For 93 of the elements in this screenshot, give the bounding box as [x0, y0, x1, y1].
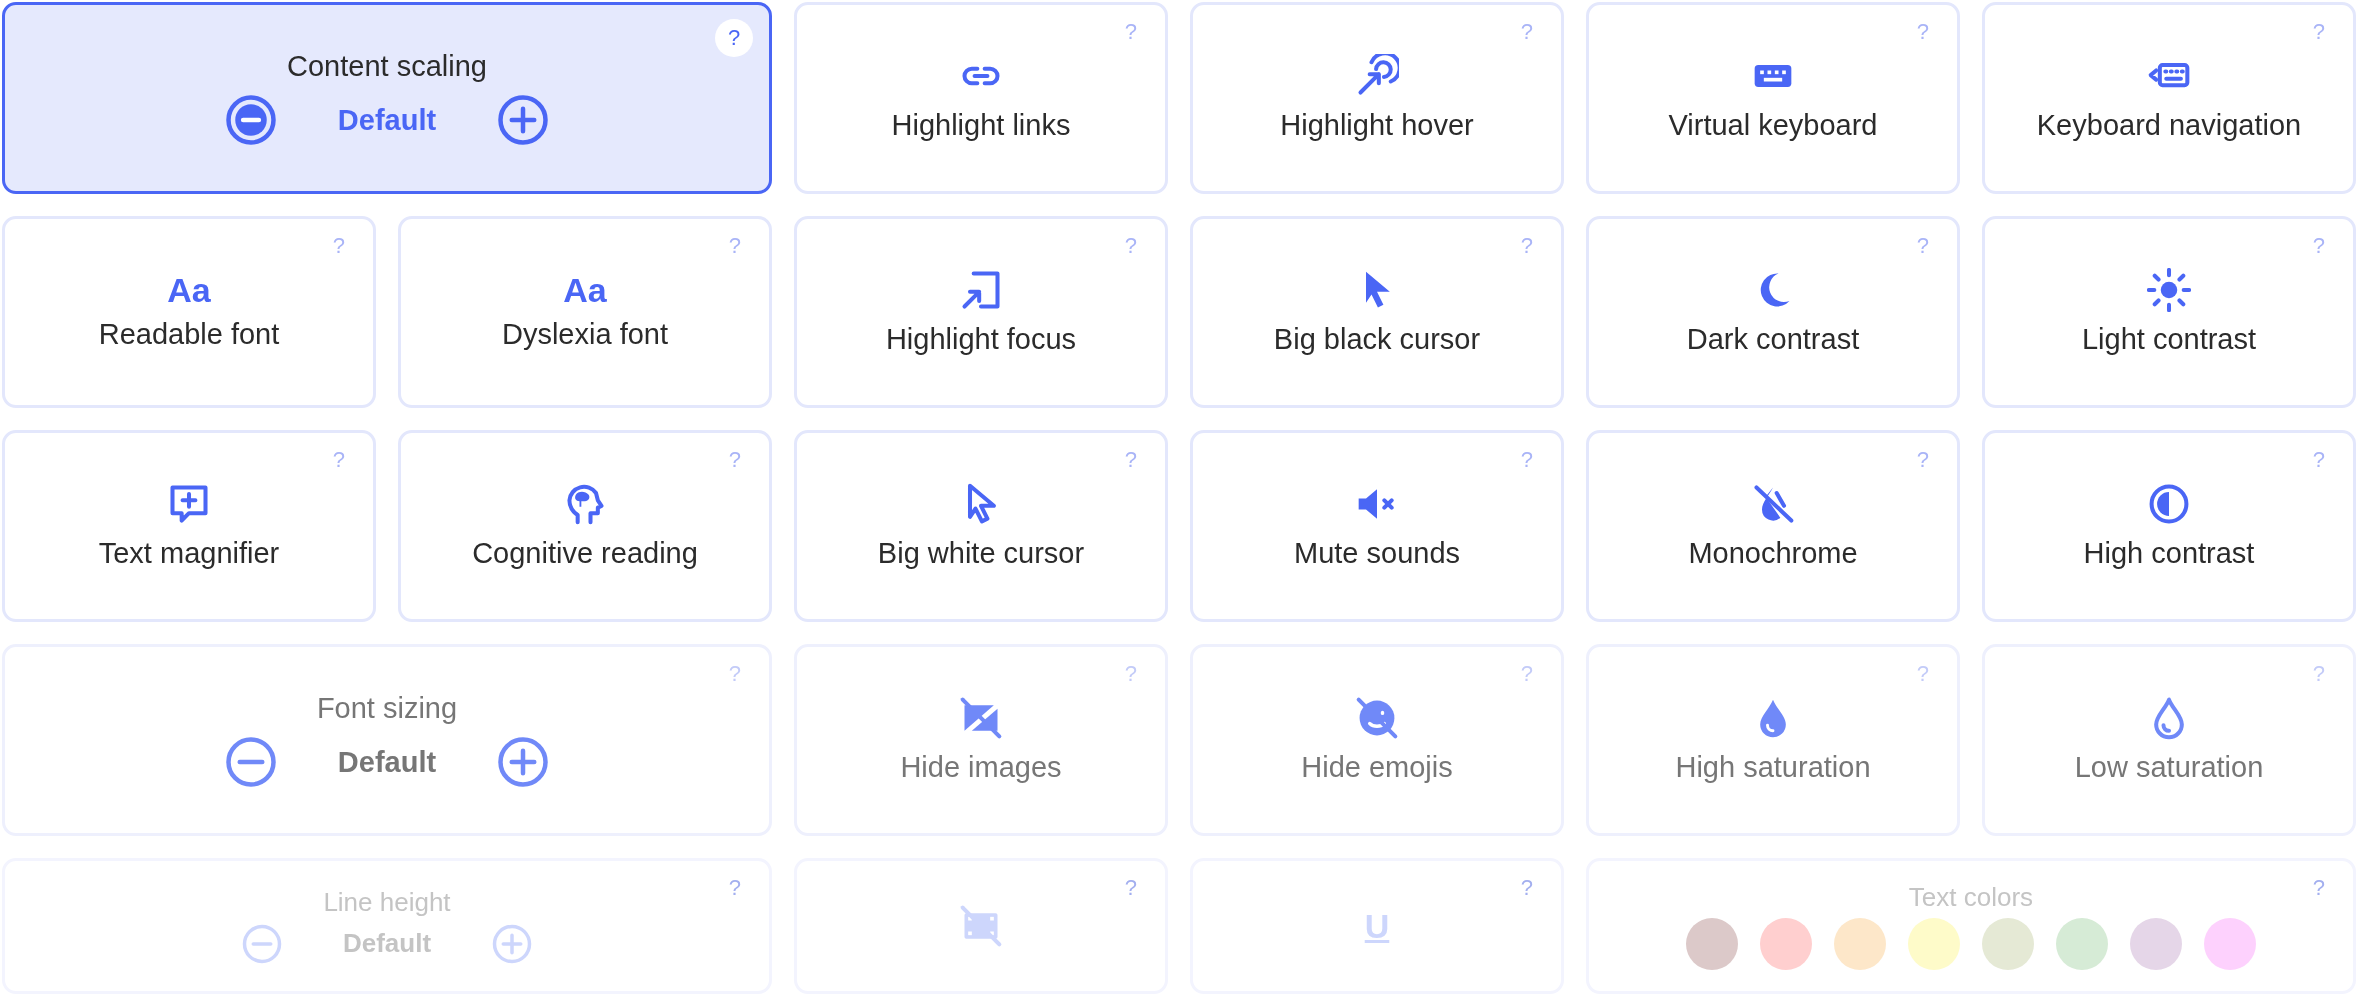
- decrease-button[interactable]: [223, 735, 278, 790]
- help-button[interactable]: ?: [722, 231, 747, 261]
- feature-toggle[interactable]: ? Highlight hover: [1190, 2, 1564, 194]
- setting-value: Default: [337, 102, 437, 138]
- setting-title: Content scaling: [287, 48, 487, 84]
- feature-toggle[interactable]: ? Mute sounds: [1190, 430, 1564, 622]
- feature-toggle[interactable]: ? Light contrast: [1982, 216, 2356, 408]
- feature-toggle[interactable]: ? Aa Readable font: [2, 216, 376, 408]
- help-button[interactable]: ?: [2306, 445, 2331, 475]
- help-button[interactable]: ?: [1118, 659, 1143, 689]
- feature-label: Keyboard navigation: [2036, 107, 2302, 143]
- feature-toggle[interactable]: ?: [794, 858, 1168, 994]
- help-button[interactable]: ?: [1514, 659, 1539, 689]
- help-button[interactable]: ?: [1514, 873, 1539, 903]
- help-button[interactable]: ?: [1514, 231, 1539, 261]
- feature-toggle[interactable]: ? Virtual keyboard: [1586, 2, 1960, 194]
- help-button[interactable]: ?: [715, 19, 753, 57]
- feature-label: Hide emojis: [1301, 749, 1453, 785]
- emoji-slash-icon: [1355, 695, 1399, 740]
- feature-label: Mute sounds: [1293, 535, 1460, 571]
- feature-label: High saturation: [1675, 749, 1871, 785]
- help-button[interactable]: ?: [1910, 445, 1935, 475]
- feature-label: Dyslexia font: [502, 316, 668, 352]
- feature-label: Highlight hover: [1280, 107, 1474, 143]
- feature-toggle[interactable]: ? Big black cursor: [1190, 216, 1564, 408]
- help-button[interactable]: ?: [326, 231, 351, 261]
- help-button[interactable]: ?: [1118, 445, 1143, 475]
- increase-button[interactable]: [496, 735, 551, 790]
- color-swatch[interactable]: [1686, 917, 1738, 970]
- font-icon: Aa: [563, 272, 607, 307]
- feature-toggle[interactable]: ? Cognitive reading: [398, 430, 772, 622]
- help-button[interactable]: ?: [1514, 445, 1539, 475]
- color-swatch[interactable]: [1834, 917, 1886, 970]
- image-slash-icon: [959, 695, 1003, 740]
- help-button[interactable]: ?: [1118, 17, 1143, 47]
- setting-title: Font sizing: [316, 690, 458, 726]
- color-swatch[interactable]: [1908, 917, 1960, 970]
- feature-label: Big black cursor: [1273, 321, 1481, 357]
- feature-label: Highlight links: [891, 107, 1071, 143]
- help-button[interactable]: ?: [722, 873, 747, 903]
- feature-label: Dark contrast: [1686, 321, 1860, 357]
- help-button[interactable]: ?: [722, 659, 747, 689]
- feature-toggle[interactable]: ? Highlight links: [794, 2, 1168, 194]
- feature-toggle[interactable]: ? Hide images: [794, 644, 1168, 836]
- feature-label: Monochrome: [1688, 535, 1858, 571]
- feature-toggle[interactable]: ? Aa Dyslexia font: [398, 216, 772, 408]
- feature-label: Hide images: [900, 749, 1062, 785]
- feature-label: Text magnifier: [98, 535, 280, 571]
- help-button[interactable]: ?: [1910, 659, 1935, 689]
- help-button[interactable]: ?: [2306, 659, 2331, 689]
- setting-title: Text colors: [1908, 882, 2034, 914]
- feature-toggle[interactable]: ? High contrast: [1982, 430, 2356, 622]
- setting-title: Line height: [323, 887, 451, 919]
- help-button[interactable]: ?: [1118, 231, 1143, 261]
- decrease-button[interactable]: [223, 93, 278, 148]
- help-button[interactable]: ?: [722, 445, 747, 475]
- feature-toggle[interactable]: ? Text magnifier: [2, 430, 376, 622]
- target-arrow-icon: [1355, 53, 1399, 98]
- feature-label: Readable font: [98, 316, 280, 352]
- help-button[interactable]: ?: [326, 445, 351, 475]
- film-slash-icon: [959, 904, 1003, 948]
- feature-label: High contrast: [2083, 535, 2255, 571]
- help-button[interactable]: ?: [1910, 17, 1935, 47]
- feature-toggle[interactable]: ? Highlight focus: [794, 216, 1168, 408]
- sun-icon: [2147, 267, 2191, 312]
- feature-toggle[interactable]: ? Monochrome: [1586, 430, 1960, 622]
- feature-label: Low saturation: [2074, 749, 2264, 785]
- feature-toggle[interactable]: ? Low saturation: [1982, 644, 2356, 836]
- color-swatch[interactable]: [2056, 917, 2108, 970]
- help-button[interactable]: ?: [1118, 873, 1143, 903]
- feature-label: Highlight focus: [885, 321, 1077, 357]
- feature-label: Cognitive reading: [472, 535, 698, 571]
- help-button[interactable]: ?: [1514, 17, 1539, 47]
- setting-value: Default: [337, 744, 437, 780]
- color-swatch[interactable]: [2130, 917, 2182, 970]
- setting-value: Default: [342, 927, 432, 961]
- feature-toggle[interactable]: ? Hide emojis: [1190, 644, 1564, 836]
- color-swatch[interactable]: [1760, 917, 1812, 970]
- color-swatch[interactable]: [1982, 917, 2034, 970]
- feature-label: Virtual keyboard: [1668, 107, 1878, 143]
- increase-button[interactable]: [496, 93, 551, 148]
- font-icon: Aa: [167, 272, 211, 307]
- feature-toggle[interactable]: ? Dark contrast: [1586, 216, 1960, 408]
- feature-label: Light contrast: [2081, 321, 2257, 357]
- help-button[interactable]: ?: [2306, 231, 2331, 261]
- feature-toggle[interactable]: ? Keyboard navigation: [1982, 2, 2356, 194]
- help-button[interactable]: ?: [2306, 17, 2331, 47]
- feature-toggle[interactable]: ? High saturation: [1586, 644, 1960, 836]
- feature-label: Big white cursor: [877, 535, 1085, 571]
- color-swatch[interactable]: [2204, 917, 2256, 970]
- help-button[interactable]: ?: [1910, 231, 1935, 261]
- help-button[interactable]: ?: [2306, 873, 2331, 903]
- feature-toggle[interactable]: ? Big white cursor: [794, 430, 1168, 622]
